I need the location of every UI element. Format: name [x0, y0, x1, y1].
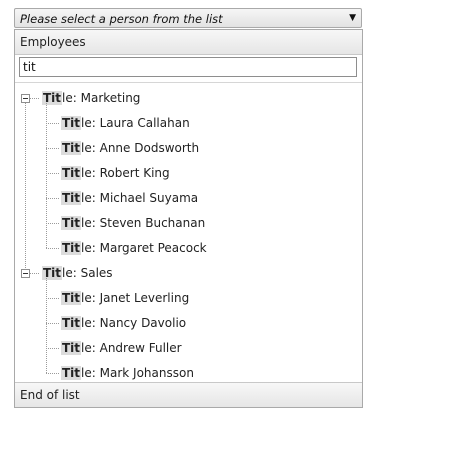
- tree-leaf-node[interactable]: Title: Mark Johansson: [61, 366, 194, 382]
- tree-leaf-node[interactable]: Title: Nancy Davolio: [61, 316, 186, 332]
- tree-connector: [46, 278, 47, 373]
- tree-connector: [46, 103, 47, 248]
- match-highlight: Tit: [61, 241, 82, 255]
- tree-leaf-node[interactable]: Title: Margaret Peacock: [61, 241, 207, 257]
- footer-label: End of list: [20, 388, 80, 402]
- list-header: Employees: [15, 30, 362, 55]
- tree-connector: [46, 123, 59, 124]
- node-label: le: Michael Suyama: [81, 191, 199, 205]
- match-highlight: Tit: [61, 341, 82, 355]
- node-label: le: Laura Callahan: [81, 116, 190, 130]
- tree-leaf-node[interactable]: Title: Michael Suyama: [61, 191, 198, 207]
- tree-leaf-node[interactable]: Title: Robert King: [61, 166, 170, 182]
- match-highlight: Tit: [61, 291, 82, 305]
- dropdown-arrow-icon[interactable]: ▼: [349, 13, 356, 23]
- match-highlight: Tit: [61, 166, 82, 180]
- node-label: le: Margaret Peacock: [81, 241, 207, 255]
- tree-connector: [46, 223, 59, 224]
- header-label: Employees: [20, 35, 86, 49]
- tree-leaf-node[interactable]: Title: Laura Callahan: [61, 116, 190, 132]
- match-highlight: Tit: [61, 316, 82, 330]
- tree-group-node[interactable]: Title: Sales: [42, 266, 113, 282]
- tree-connector: [46, 323, 59, 324]
- node-label: le: Janet Leverling: [81, 291, 190, 305]
- tree-connector: [46, 373, 59, 374]
- match-highlight: Tit: [61, 191, 82, 205]
- tree-connector: [46, 248, 59, 249]
- tree-connector: [25, 103, 26, 268]
- collapse-icon[interactable]: [21, 269, 30, 278]
- list-footer: End of list: [15, 382, 362, 407]
- tree-leaf-node[interactable]: Title: Andrew Fuller: [61, 341, 182, 357]
- node-label: le: Anne Dodsworth: [81, 141, 200, 155]
- match-highlight: Tit: [61, 141, 82, 155]
- dropdown-panel: Employees Title: MarketingTitle: Laura C…: [14, 29, 363, 408]
- node-label: le: Robert King: [81, 166, 170, 180]
- node-label: le: Mark Johansson: [81, 366, 194, 380]
- match-highlight: Tit: [61, 216, 82, 230]
- tree-leaf-node[interactable]: Title: Steven Buchanan: [61, 216, 205, 232]
- tree-connector: [30, 273, 39, 274]
- node-label: le: Steven Buchanan: [81, 216, 206, 230]
- node-label: le: Sales: [62, 266, 113, 280]
- combo-placeholder: Please select a person from the list: [20, 12, 223, 26]
- node-label: le: Nancy Davolio: [81, 316, 187, 330]
- node-label: le: Marketing: [62, 91, 141, 105]
- tree-connector: [46, 348, 59, 349]
- tree-leaf-node[interactable]: Title: Janet Leverling: [61, 291, 189, 307]
- tree-connector: [46, 298, 59, 299]
- node-label: le: Andrew Fuller: [81, 341, 182, 355]
- tree-leaf-node[interactable]: Title: Anne Dodsworth: [61, 141, 199, 157]
- collapse-icon[interactable]: [21, 94, 30, 103]
- employee-tree: Title: Marketing Title: Laura Callahan Tit…: [15, 82, 362, 383]
- tree-group-node[interactable]: Title: Marketing: [42, 91, 140, 107]
- tree-connector: [30, 98, 39, 99]
- match-highlight: Tit: [42, 266, 63, 280]
- tree-connector: [46, 148, 59, 149]
- person-combobox[interactable]: Please select a person from the list ▼: [14, 8, 362, 28]
- match-highlight: Tit: [61, 116, 82, 130]
- match-highlight: Tit: [61, 366, 82, 380]
- filter-input[interactable]: [19, 57, 357, 77]
- tree-connector: [46, 173, 59, 174]
- match-highlight: Tit: [42, 91, 63, 105]
- tree-connector: [46, 198, 59, 199]
